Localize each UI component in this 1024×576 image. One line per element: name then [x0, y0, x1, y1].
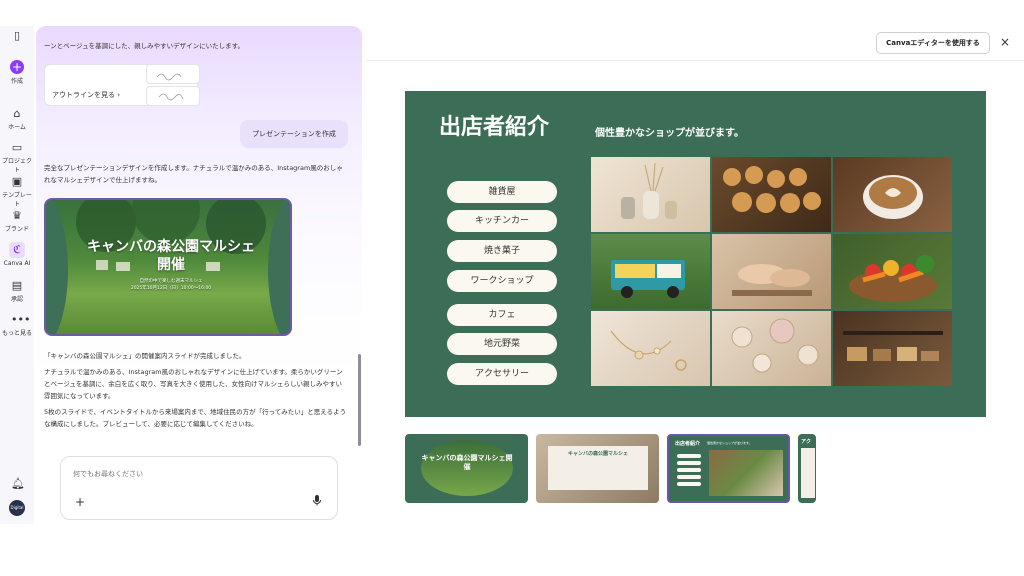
- thumbnail-panel: [801, 448, 815, 498]
- thumbnail-tag: [677, 475, 701, 479]
- rail-approvals-button[interactable]: ▤ 承認: [0, 279, 34, 304]
- vendor-tag: 雑貨屋: [447, 181, 557, 203]
- rail-projects-button[interactable]: ▭ プロジェクト: [0, 141, 34, 175]
- thumbnail-title: キャンバの森公園マルシェ: [567, 451, 628, 457]
- user-message: プレゼンテーションを作成: [240, 120, 348, 148]
- rail-brand-button[interactable]: ♛ ブランド: [0, 209, 34, 234]
- slide-thumbnail-2[interactable]: キャンバの森公園マルシェ: [536, 434, 659, 503]
- rail-more-button[interactable]: ••• もっと見る: [0, 313, 34, 338]
- vendor-tag: 地元野菜: [447, 333, 557, 355]
- preview-title: キャンバの森公園マルシェ開催: [87, 239, 255, 273]
- thumbnail-tag: [677, 454, 701, 458]
- thumbnail-title: 出店者紹介: [675, 441, 701, 447]
- notifications-button[interactable]: 🔔︎: [0, 478, 34, 492]
- accessories-photo: [591, 311, 710, 386]
- sidebar-toggle[interactable]: ▯: [0, 30, 34, 44]
- close-icon[interactable]: ×: [1000, 35, 1010, 49]
- preview-subtitle-line: 自然の中で楽しむ週末マルシェ: [139, 279, 203, 284]
- ai-message-partial: ーンとベージュを基調にした、親しみやすいデザインにいたします。: [44, 42, 244, 50]
- presentation-preview-card[interactable]: キャンバの森公園マルシェ開催 自然の中で楽しむ週末マルシェ 2025年10月12…: [44, 198, 292, 336]
- vendor-tag: キッチンカー: [447, 210, 557, 232]
- rail-canva-ai-button[interactable]: ℭ Canva AI: [0, 242, 34, 267]
- slide-thumbnail-3[interactable]: 出店者紹介 個性豊かなショップが並びます。: [667, 434, 790, 503]
- baked-goods-photo: [712, 157, 831, 232]
- market-stall-photo: [833, 311, 952, 386]
- preview-subtitle: 自然の中で楽しむ週末マルシェ 2025年10月12日（日）10:00〜16:00: [86, 278, 256, 292]
- coffee-photo: [833, 157, 952, 232]
- thumbnail-tag: [677, 468, 701, 472]
- thumbnail-tag: [677, 482, 701, 486]
- ai-message: 5枚のスライドで、イベントタイトルから来場案内まで、地域住民の方が「行ってみたい…: [44, 408, 347, 428]
- thumbnail-title: アク: [801, 439, 812, 445]
- slide-canvas: 出店者紹介 個性豊かなショップが並びます。 雑貨屋 キッチンカー 焼き菓子 ワー…: [405, 91, 986, 417]
- pottery-photo: [591, 157, 710, 232]
- ai-message: 「キャンバの森公園マルシェ」の開催案内スライドが完成しました。: [44, 352, 246, 360]
- vendor-tag: カフェ: [447, 304, 557, 326]
- food-truck-photo: [591, 234, 710, 309]
- rail-approvals-label: 承認: [10, 296, 23, 303]
- ai-message: ナチュラルで温かみのある、Instagram風のおしゃれなデザインに仕上げていま…: [44, 368, 343, 400]
- rail-projects-label: プロジェクト: [1, 158, 32, 174]
- avatar-text: Digital: [10, 505, 24, 510]
- inbox-icon: ▤: [11, 279, 23, 292]
- view-outline-button[interactable]: アウトラインを見る ›: [52, 90, 120, 100]
- slide-title: 出店者紹介: [439, 115, 550, 140]
- rail-home-label: ホーム: [8, 124, 26, 131]
- toolbar-divider: [366, 60, 1024, 61]
- folder-icon: ▭: [11, 141, 23, 154]
- chat-input-placeholder: 何でもお尋ねください: [73, 470, 143, 478]
- add-attachment-button[interactable]: +: [75, 495, 85, 509]
- rail-more-label: もっと見る: [1, 330, 32, 337]
- thumbnail-grid: [709, 450, 783, 496]
- canva-ai-icon: ℭ: [9, 242, 25, 258]
- chat-panel: ーンとベージュを基調にした、親しみやすいデザインにいたします。 アウトラインを見…: [36, 26, 362, 524]
- vendor-tag: 焼き菓子: [447, 240, 557, 262]
- photo-grid: [591, 157, 953, 388]
- outline-thumbnail: [146, 86, 200, 106]
- plus-icon: +: [10, 60, 24, 74]
- canva-ai-screen: ▯ + 作成 ⌂ ホーム ▭ プロジェクト ▣ テンプレート ♛ ブランド ℭ …: [0, 0, 1024, 576]
- sidebar-toggle-icon: ▯: [13, 29, 21, 42]
- rail-templates-button[interactable]: ▣ テンプレート: [0, 175, 34, 209]
- rail-templates-label: テンプレート: [2, 192, 32, 208]
- rail-canva-ai-label: Canva AI: [3, 260, 31, 267]
- preview-date-line: 2025年10月12日（日）10:00〜16:00: [130, 286, 212, 291]
- workshop-hands-photo: [712, 234, 831, 309]
- slide-subtitle: 個性豊かなショップが並びます。: [595, 128, 744, 139]
- outline-scribble-icon: [156, 73, 182, 81]
- rail-create-button[interactable]: + 作成: [0, 60, 34, 85]
- use-canva-editor-button[interactable]: Canvaエディターを使用する: [876, 32, 990, 54]
- handmade-flowers-photo: [712, 311, 831, 386]
- vendor-tag: ワークショップ: [447, 270, 557, 292]
- vegetables-photo: [833, 234, 952, 309]
- rail-brand-label: ブランド: [4, 226, 29, 233]
- vendor-tag: アクセサリー: [447, 363, 557, 385]
- thumbnail-tag: [677, 461, 701, 465]
- thumbnail-subtitle: 個性豊かなショップが並びます。: [707, 441, 752, 445]
- rail-home-button[interactable]: ⌂ ホーム: [0, 107, 34, 132]
- outline-scribble-icon: [158, 93, 184, 101]
- slide-thumbnail-1[interactable]: キャンバの森公園マルシェ開催: [405, 434, 528, 503]
- brand-icon: ♛: [12, 209, 22, 222]
- left-rail: ▯ + 作成 ⌂ ホーム ▭ プロジェクト ▣ テンプレート ♛ ブランド ℭ …: [0, 26, 34, 524]
- chat-scrollbar[interactable]: [358, 354, 361, 446]
- thumbnail-title: キャンバの森公園マルシェ開催: [421, 454, 513, 471]
- ai-message: 完全なプレゼンテーションデザインを作成します。ナチュラルで温かみのある、Inst…: [44, 164, 343, 184]
- bell-icon: 🔔︎: [11, 477, 25, 490]
- more-icon: •••: [11, 313, 31, 326]
- home-icon: ⌂: [13, 107, 21, 120]
- slide-thumbnail-4[interactable]: アク: [798, 434, 816, 503]
- chat-input[interactable]: 何でもお尋ねください +: [60, 456, 338, 520]
- avatar[interactable]: Digital: [9, 500, 25, 516]
- rail-create-label: 作成: [10, 78, 23, 85]
- microphone-icon[interactable]: [313, 495, 321, 509]
- outline-thumbnail: [146, 64, 200, 84]
- templates-icon: ▣: [11, 175, 23, 188]
